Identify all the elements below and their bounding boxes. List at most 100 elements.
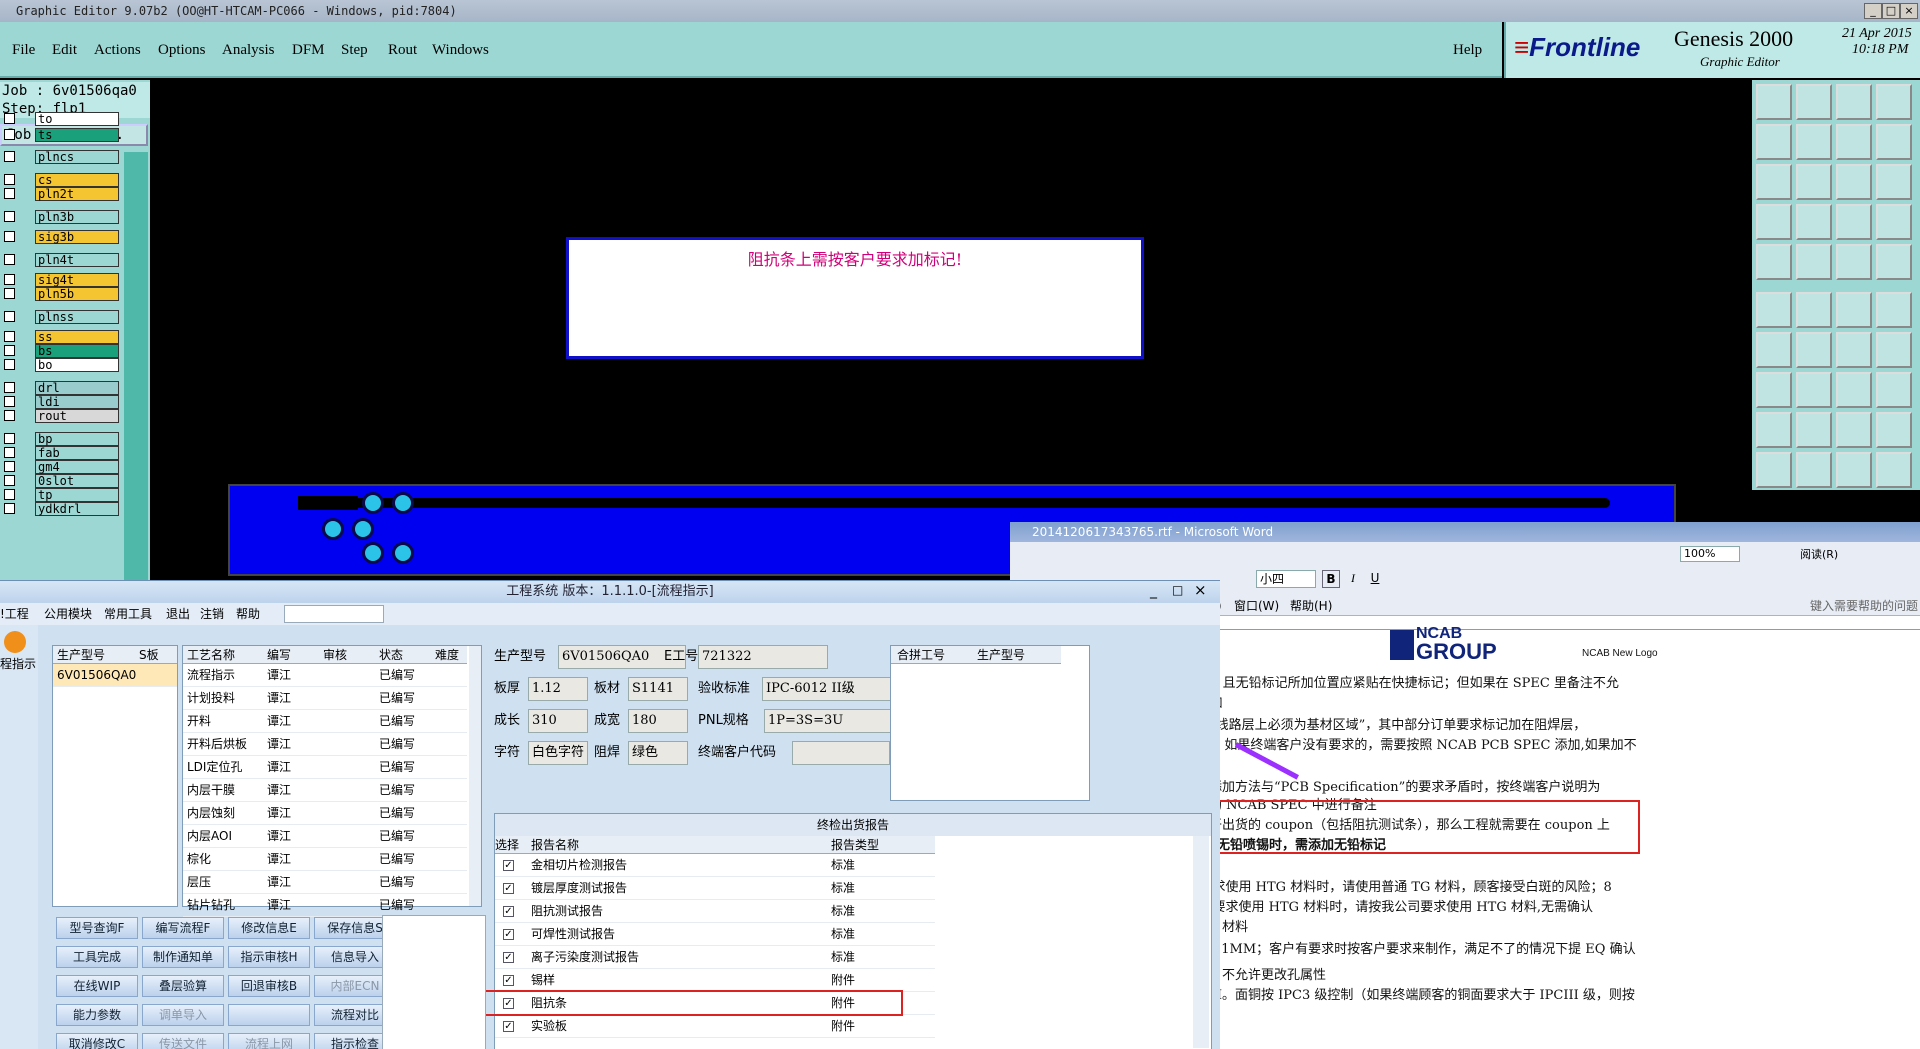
proc-row[interactable]: LDI定位孔 谭江 已编写 <box>183 756 467 779</box>
scale-tool-icon[interactable] <box>1836 164 1872 200</box>
dot-tool-icon[interactable] <box>1876 244 1912 280</box>
eng-button[interactable] <box>228 1004 310 1026</box>
layer-cs[interactable]: cs <box>35 173 119 187</box>
resize-tool-icon[interactable] <box>1796 244 1832 280</box>
eng-button[interactable]: 叠层验算 <box>142 975 224 997</box>
eng-button[interactable]: 回退审核B <box>228 975 310 997</box>
eng-button[interactable]: 在线WIP <box>56 975 138 997</box>
layer-tp[interactable]: tp <box>35 488 119 502</box>
snap2-tool-icon[interactable] <box>1876 204 1912 240</box>
underline-button[interactable]: U <box>1366 570 1384 588</box>
wid-field[interactable]: 180 <box>628 709 688 733</box>
report-row[interactable]: ✓ 可焊性测试报告 标准 <box>495 923 935 946</box>
report-checkbox[interactable]: ✓ <box>503 860 514 871</box>
move-right-tool-icon[interactable] <box>1796 124 1832 160</box>
eng-button[interactable]: 指示审核H <box>228 946 310 968</box>
menu-file[interactable]: File <box>12 42 35 59</box>
menu-analysis[interactable]: Analysis <box>222 42 275 59</box>
layer-checkbox[interactable] <box>4 254 15 265</box>
layer-ydkdrl[interactable]: ydkdrl <box>35 502 119 516</box>
eng-combo[interactable] <box>284 605 384 623</box>
eng-menu-item[interactable]: !工程 <box>0 603 29 625</box>
layer-checkbox[interactable] <box>4 461 15 472</box>
eng-maximize[interactable]: □ <box>1172 583 1183 597</box>
layer-checkbox[interactable] <box>4 188 15 199</box>
arc-tool-icon[interactable] <box>1836 332 1872 368</box>
layer-rout[interactable]: rout <box>35 409 119 423</box>
layer-checkbox[interactable] <box>4 129 15 140</box>
report-checkbox[interactable]: ✓ <box>503 952 514 963</box>
eng-button[interactable]: 取消修改C <box>56 1033 138 1049</box>
fit-tool-icon[interactable] <box>1756 164 1792 200</box>
cust-field[interactable] <box>792 741 890 765</box>
node2-tool-icon[interactable] <box>1876 292 1912 328</box>
layer-checkbox[interactable] <box>4 475 15 486</box>
report-scrollbar[interactable] <box>1193 836 1209 1048</box>
snap1-tool-icon[interactable] <box>1836 204 1872 240</box>
layer-checkbox[interactable] <box>4 410 15 421</box>
align-tool-icon[interactable] <box>1876 124 1912 160</box>
report-checkbox[interactable]: ✓ <box>503 929 514 940</box>
eng-button[interactable]: 流程上网 <box>228 1033 310 1049</box>
std-field[interactable]: IPC-6012 II级 <box>762 677 892 701</box>
layer-checkbox[interactable] <box>4 311 15 322</box>
proc-row[interactable]: 棕化 谭江 已编写 <box>183 848 467 871</box>
save-tool-icon[interactable] <box>1796 84 1832 120</box>
close-button[interactable]: × <box>1900 3 1918 19</box>
center-tool-icon[interactable] <box>1796 164 1832 200</box>
tri1-tool-icon[interactable] <box>1756 412 1792 448</box>
group-tool-icon[interactable] <box>1876 372 1912 408</box>
proc-row[interactable]: 钻片钻孔 谭江 已编写 <box>183 894 467 917</box>
proc-row[interactable]: 计划投料 谭江 已编写 <box>183 687 467 710</box>
menu-step[interactable]: Step <box>341 42 368 59</box>
layer-ldi[interactable]: ldi <box>35 395 119 409</box>
help-search[interactable]: 键入需要帮助的问题 <box>1810 596 1918 616</box>
ruler-tool-icon[interactable] <box>1836 244 1872 280</box>
layer-pln5b[interactable]: pln5b <box>35 287 119 301</box>
line1-tool-icon[interactable] <box>1756 332 1792 368</box>
menu-rout[interactable]: Rout <box>388 42 417 59</box>
eng-menu-item[interactable]: 注销 <box>200 603 224 625</box>
layer-checkbox[interactable] <box>4 359 15 370</box>
material-field[interactable]: S1141 <box>628 677 688 701</box>
open-tool-icon[interactable] <box>1756 84 1792 120</box>
read-button[interactable]: 阅读(R) <box>1800 546 1838 562</box>
layer-bp[interactable]: bp <box>35 432 119 446</box>
bold-button[interactable]: B <box>1322 570 1340 588</box>
eng-button[interactable]: 编写流程F <box>142 917 224 939</box>
mask-field[interactable]: 绿色 <box>628 741 688 765</box>
word-menu-item[interactable]: 帮助(H) <box>1290 596 1332 616</box>
side-label[interactable]: 程指示 <box>0 655 36 672</box>
layer-checkbox[interactable] <box>4 231 15 242</box>
zoom-select[interactable]: 100% <box>1680 546 1740 562</box>
report-checkbox[interactable]: ✓ <box>503 883 514 894</box>
node-tool-icon[interactable] <box>1836 292 1872 328</box>
eng-button[interactable]: 传送文件 <box>142 1033 224 1049</box>
layer-to[interactable]: to <box>35 112 119 126</box>
minus-tool-icon[interactable] <box>1796 372 1832 408</box>
eng-button[interactable]: 制作通知单 <box>142 946 224 968</box>
stretch-tool-icon[interactable] <box>1836 124 1872 160</box>
layout-tool-icon[interactable] <box>1876 84 1912 120</box>
layer-bo[interactable]: bo <box>35 358 119 372</box>
report-row[interactable]: ✓ 阻抗测试报告 标准 <box>495 900 935 923</box>
thick-field[interactable]: 1.12 <box>528 677 588 701</box>
word-menu-item[interactable]: 窗口(W) <box>1234 596 1279 616</box>
layer-plnss[interactable]: plnss <box>35 310 119 324</box>
tri2-tool-icon[interactable] <box>1796 412 1832 448</box>
list-item[interactable]: 6V01506QA0 <box>53 664 177 687</box>
menu-edit[interactable]: Edit <box>52 42 77 59</box>
layer-gm4[interactable]: gm4 <box>35 460 119 474</box>
help-tool-icon[interactable] <box>1876 164 1912 200</box>
connect-tool-icon[interactable] <box>1756 292 1792 328</box>
eng-menu-item[interactable]: 公用模块 <box>44 603 92 625</box>
layer-checkbox[interactable] <box>4 433 15 444</box>
frame-tool-icon[interactable] <box>1876 332 1912 368</box>
layer-fab[interactable]: fab <box>35 446 119 460</box>
cursor-tool-icon[interactable] <box>1836 452 1872 488</box>
report-row[interactable]: ✓ 离子污染度测试报告 标准 <box>495 946 935 969</box>
proc-row[interactable]: 层压 谭江 已编写 <box>183 871 467 894</box>
layer-sig4t[interactable]: sig4t <box>35 273 119 287</box>
layer-checkbox[interactable] <box>4 345 15 356</box>
layer-sig3b[interactable]: sig3b <box>35 230 119 244</box>
